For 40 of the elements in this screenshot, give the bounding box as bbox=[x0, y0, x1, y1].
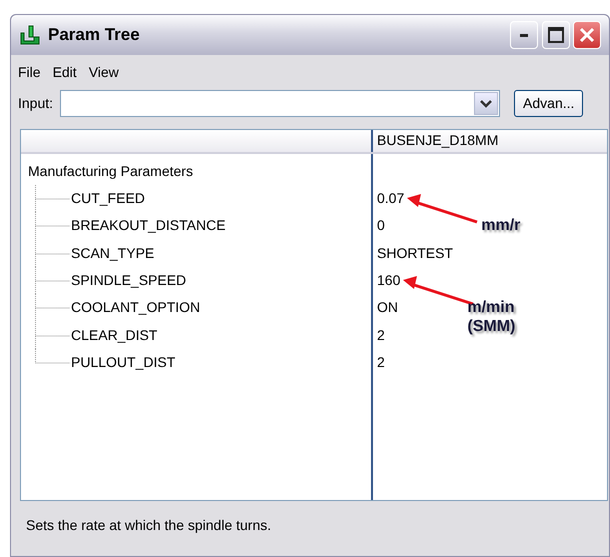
parameter-value: SHORTEST bbox=[377, 244, 453, 261]
tree-node-label[interactable]: BREAKOUT_DISTANCE bbox=[71, 217, 226, 234]
tree-node-label[interactable]: CLEAR_DIST bbox=[71, 326, 158, 343]
parameter-value: 0.07 bbox=[377, 190, 404, 206]
menu-item[interactable]: View bbox=[88, 62, 119, 83]
minimize-button[interactable] bbox=[510, 21, 538, 49]
input-combo[interactable] bbox=[60, 90, 500, 117]
tree-node-label[interactable]: PULLOUT_DIST bbox=[71, 354, 176, 370]
maximize-button[interactable] bbox=[542, 21, 570, 49]
chevron-down-icon bbox=[480, 100, 492, 108]
tree-connector bbox=[35, 212, 71, 240]
input-label: Input: bbox=[18, 94, 54, 113]
app-icon bbox=[19, 24, 41, 46]
tree-node-label[interactable]: CUT_FEED bbox=[71, 190, 145, 206]
column-header-label[interactable]: BUSENJE_D18MM bbox=[377, 132, 498, 148]
minimize-icon bbox=[520, 34, 528, 36]
annotation-label: mm/r bbox=[481, 216, 520, 235]
parameter-value: 160 bbox=[377, 272, 400, 288]
close-button[interactable] bbox=[573, 21, 601, 49]
tree-connector bbox=[35, 294, 71, 322]
close-icon bbox=[579, 27, 595, 43]
parameter-value: 2 bbox=[377, 326, 385, 343]
tree-node-label[interactable]: COOLANT_OPTION bbox=[71, 299, 200, 316]
dropdown-button[interactable] bbox=[474, 92, 498, 115]
parameter-value: 2 bbox=[377, 354, 385, 370]
status-text: Sets the rate at which the spindle turns. bbox=[25, 516, 272, 535]
tree-connector bbox=[35, 184, 71, 212]
window-title: Param Tree bbox=[48, 24, 140, 46]
menu-item[interactable]: File bbox=[18, 62, 41, 83]
menu-item[interactable]: Edit bbox=[52, 62, 77, 83]
tree-node-label[interactable]: SCAN_TYPE bbox=[71, 244, 154, 261]
parameter-value: 0 bbox=[377, 217, 385, 234]
parameter-value: ON bbox=[377, 299, 398, 316]
tree-node-label[interactable]: Manufacturing Parameters bbox=[28, 162, 193, 178]
maximize-icon bbox=[548, 27, 564, 43]
tree-node-label[interactable]: SPINDLE_SPEED bbox=[71, 272, 186, 288]
annotation-label: m/min (SMM) bbox=[467, 298, 516, 336]
tree-connector bbox=[35, 240, 71, 268]
tree-connector bbox=[35, 267, 71, 294]
advanced-button[interactable]: Advan... bbox=[514, 90, 584, 117]
